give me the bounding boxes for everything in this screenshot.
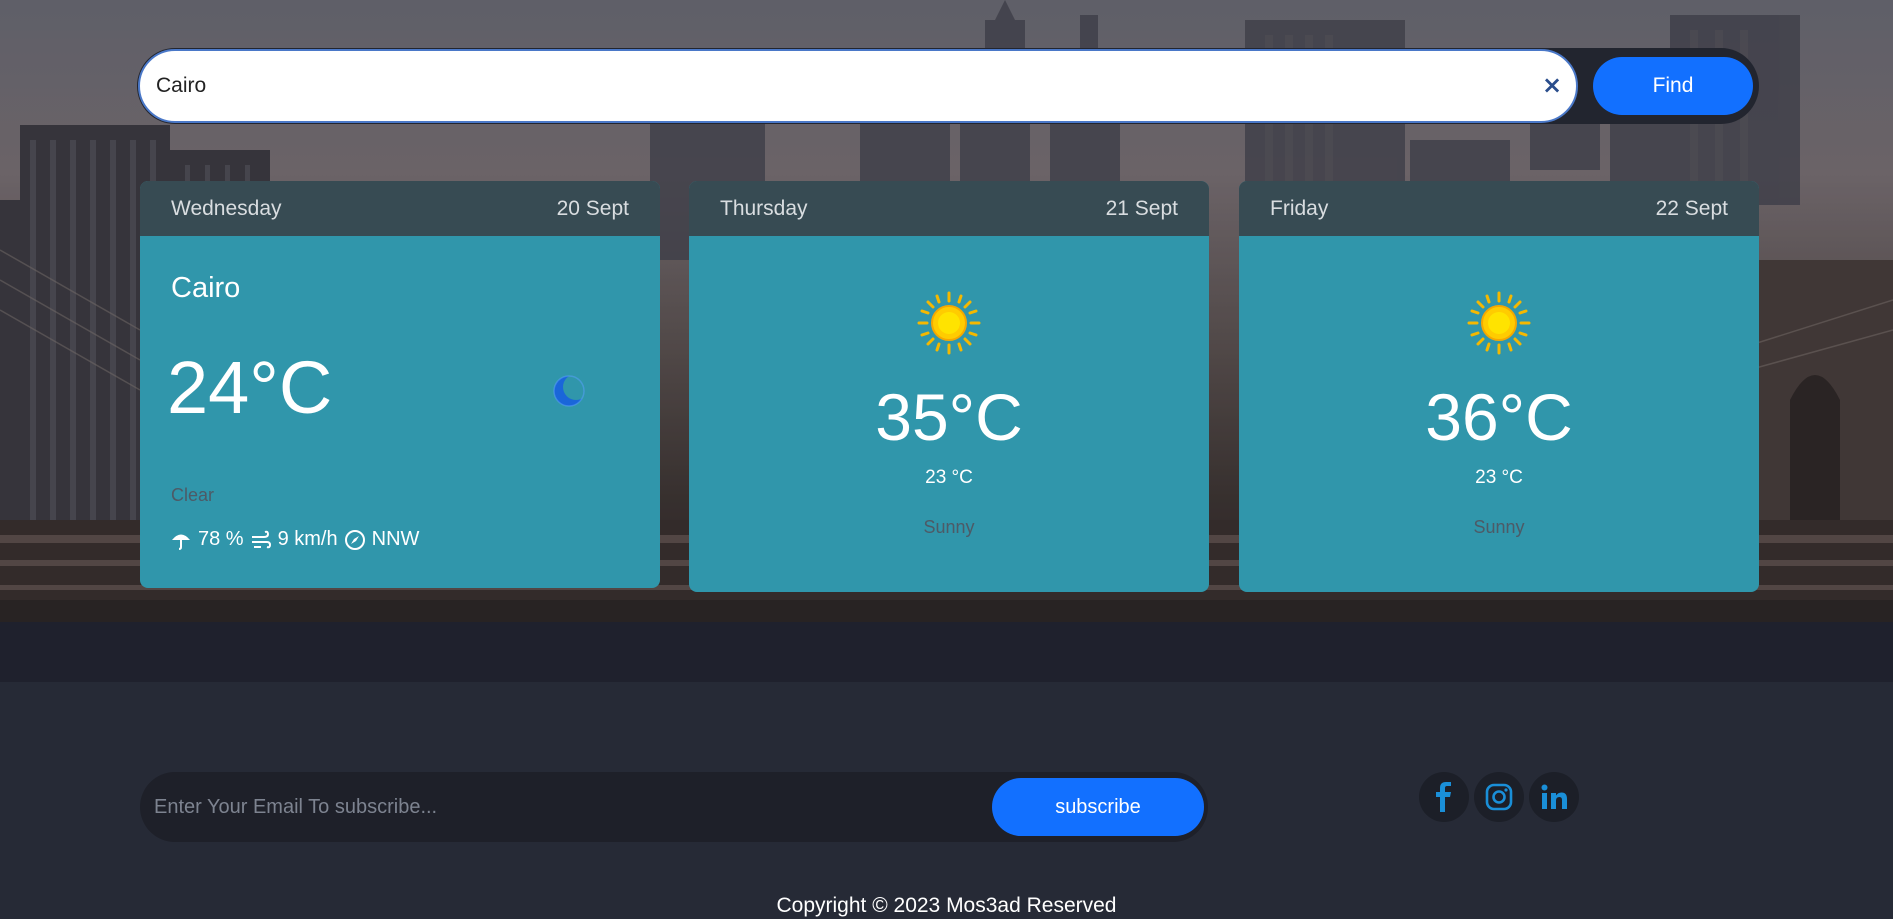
sun-icon: [917, 291, 981, 355]
condition-text: Sunny: [923, 517, 975, 537]
date-label: 21 Sept: [1105, 196, 1178, 220]
humidity-value: 78 %: [198, 528, 244, 550]
max-temperature: 35°C: [875, 380, 1023, 454]
day-label: Wednesday: [171, 196, 282, 220]
moon-icon: [553, 374, 586, 407]
min-temperature: 23 °C: [1475, 467, 1523, 488]
forecast-card: Thursday 21 Sept 35°C 23 °C Sunny: [689, 181, 1209, 592]
compass-icon: [344, 529, 365, 550]
facebook-icon: [1436, 782, 1451, 812]
date-label: 20 Sept: [556, 196, 629, 220]
instagram-icon: [1485, 783, 1513, 811]
divider-band: [0, 622, 1893, 682]
day-label: Friday: [1270, 196, 1329, 220]
subscribe-button[interactable]: subscribe: [992, 778, 1204, 836]
linkedin-icon: [1541, 784, 1567, 809]
wind-speed-value: 9 km/h: [277, 528, 338, 550]
umbrella-icon: [172, 534, 190, 550]
search-input[interactable]: [138, 49, 1578, 123]
location-name: Cairo: [171, 272, 241, 304]
weather-stats: 78 % 9 km/h NNW: [170, 528, 419, 551]
clear-search-icon[interactable]: ×: [1541, 73, 1563, 97]
copyright-text: Copyright © 2023 Mos3ad Reserved: [776, 894, 1117, 917]
today-forecast-card: Wednesday 20 Sept Cairo 24°C Clear 78 % …: [140, 181, 660, 588]
card-header: Friday 22 Sept: [1239, 181, 1759, 236]
date-label: 22 Sept: [1655, 196, 1728, 220]
day-label: Thursday: [720, 196, 808, 220]
min-temperature: 23 °C: [925, 467, 973, 488]
sun-icon: [1467, 291, 1531, 355]
max-temperature: 36°C: [1425, 380, 1573, 454]
condition-text: Sunny: [1473, 517, 1525, 537]
wind-direction-value: NNW: [371, 528, 420, 550]
wind-icon: [251, 530, 271, 548]
instagram-link[interactable]: [1474, 772, 1524, 822]
condition-text: Clear: [171, 485, 215, 505]
find-button[interactable]: Find: [1593, 57, 1753, 115]
search-bar: [137, 48, 1759, 124]
current-temperature: 24°C: [167, 346, 333, 429]
linkedin-link[interactable]: [1529, 772, 1579, 822]
facebook-link[interactable]: [1419, 772, 1469, 822]
email-field[interactable]: [154, 772, 974, 842]
forecast-card: Friday 22 Sept 36°C 23 °C Sunny: [1239, 181, 1759, 592]
card-header: Thursday 21 Sept: [689, 181, 1209, 236]
card-header: Wednesday 20 Sept: [140, 181, 660, 236]
